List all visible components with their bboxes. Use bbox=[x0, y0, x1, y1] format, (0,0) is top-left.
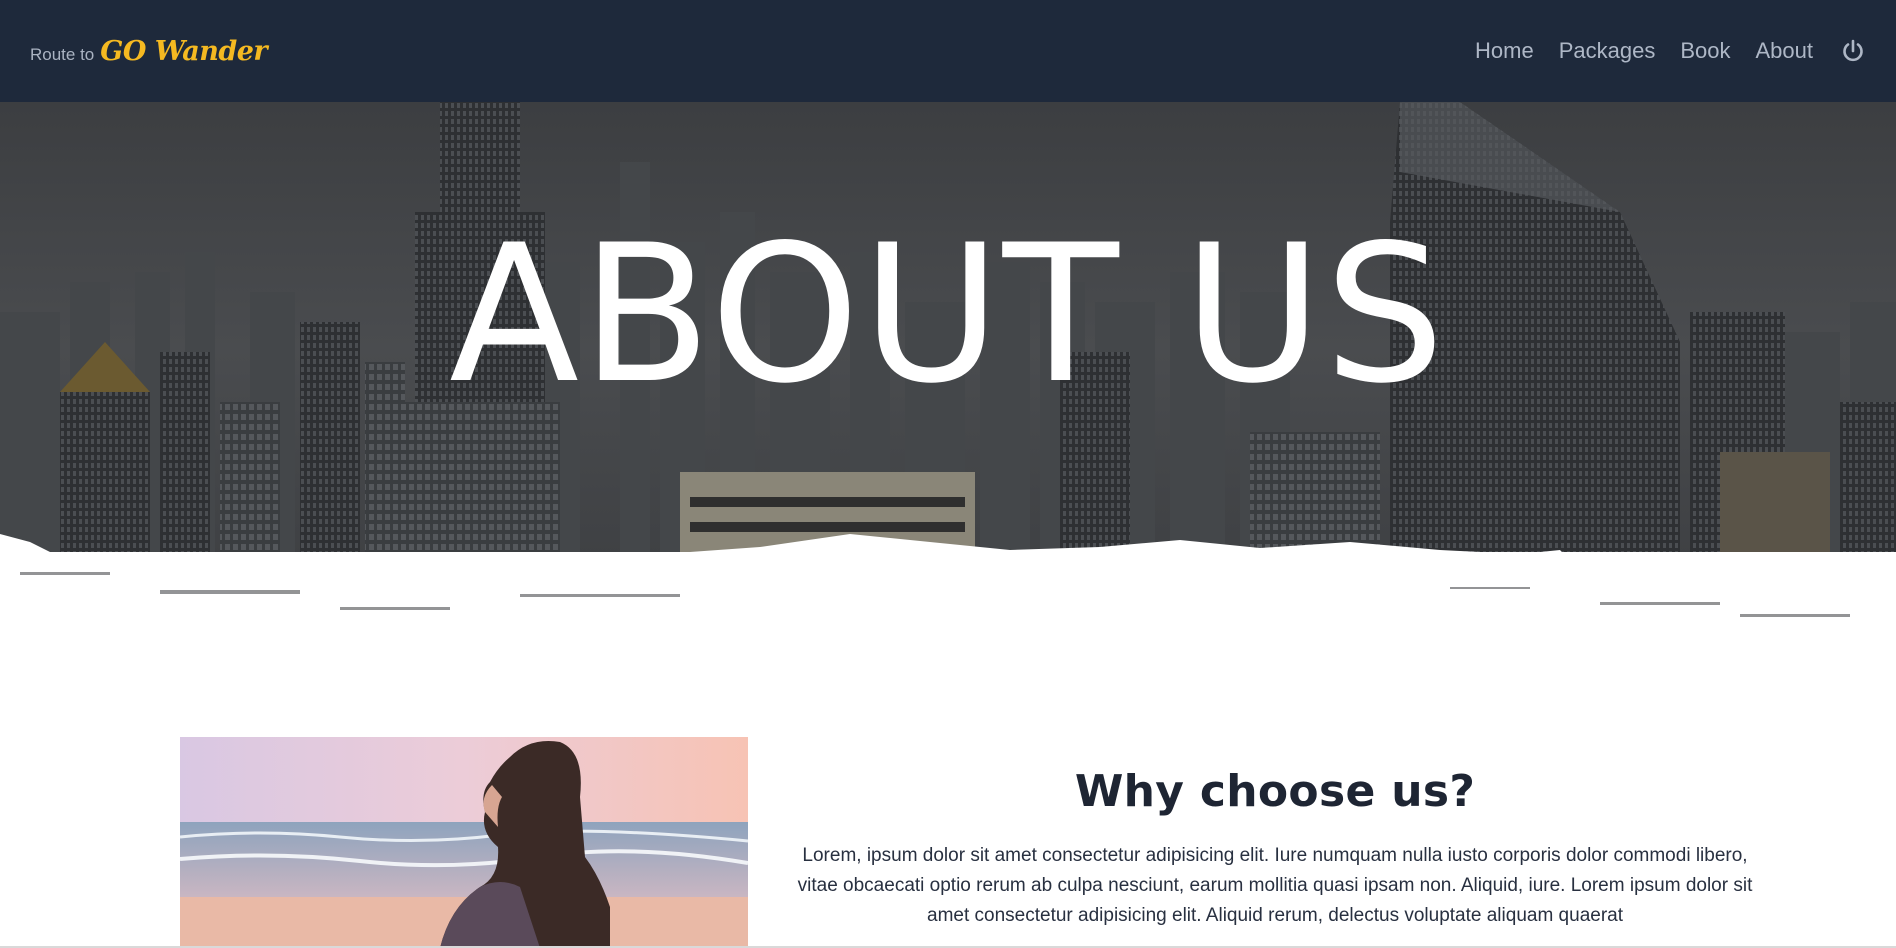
nav-about-link[interactable]: About bbox=[1756, 38, 1814, 64]
hero-title: ABOUT US bbox=[449, 204, 1447, 425]
navbar: Route to GO Wander Home Packages Book Ab… bbox=[0, 0, 1896, 102]
nav-home-link[interactable]: Home bbox=[1475, 38, 1534, 64]
hero-banner: ABOUT US bbox=[0, 102, 1896, 650]
nav-book-link[interactable]: Book bbox=[1680, 38, 1730, 64]
nav-links: Home Packages Book About bbox=[1475, 38, 1866, 64]
power-icon[interactable] bbox=[1840, 38, 1866, 64]
nav-packages-link[interactable]: Packages bbox=[1559, 38, 1656, 64]
traveler-photo bbox=[180, 737, 748, 948]
brand-name: GO Wander bbox=[100, 35, 268, 67]
brand-logo[interactable]: Route to GO Wander bbox=[30, 35, 268, 67]
section-paragraph: Lorem, ipsum dolor sit amet consectetur … bbox=[797, 845, 1753, 926]
why-choose-us-section: Why choose us? Lorem, ipsum dolor sit am… bbox=[795, 766, 1755, 931]
brand-prefix: Route to bbox=[30, 44, 95, 64]
section-title: Why choose us? bbox=[1074, 766, 1476, 817]
